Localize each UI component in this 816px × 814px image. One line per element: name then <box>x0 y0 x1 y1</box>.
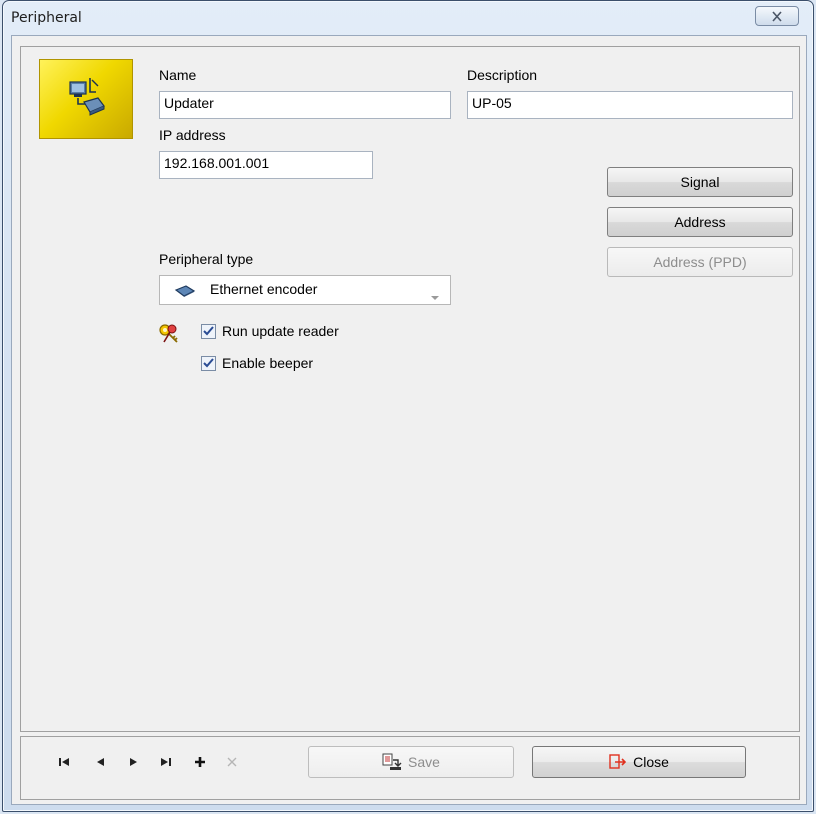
enable-beeper-checkbox[interactable]: Enable beeper <box>201 355 313 371</box>
first-record-icon <box>59 758 69 766</box>
plus-icon <box>195 757 205 767</box>
previous-record-button[interactable] <box>88 750 112 774</box>
run-update-reader-checkbox[interactable]: Run update reader <box>201 323 339 339</box>
peripheral-type-label: Peripheral type <box>159 251 254 267</box>
delete-x-icon <box>227 757 237 767</box>
next-record-button[interactable] <box>122 750 146 774</box>
ip-address-label: IP address <box>159 127 226 143</box>
delete-record-button[interactable] <box>220 750 244 774</box>
window-close-button[interactable] <box>755 6 799 26</box>
main-panel: Name Updater Description UP-05 IP addres… <box>20 46 800 732</box>
address-button[interactable]: Address <box>607 207 793 237</box>
checkbox-checked-icon <box>201 323 216 339</box>
save-button[interactable]: Save <box>308 746 514 778</box>
next-record-icon <box>130 758 137 766</box>
close-label: Close <box>633 754 669 770</box>
last-record-button[interactable] <box>154 750 178 774</box>
name-label: Name <box>159 67 197 83</box>
peripheral-window: Peripheral Name Updater Description UP-0… <box>2 0 814 812</box>
checkbox-checked-icon <box>201 355 216 371</box>
description-label: Description <box>467 67 538 83</box>
ip-address-field[interactable]: 192.168.001.001 <box>159 151 373 179</box>
close-button[interactable]: Close <box>532 746 746 778</box>
name-field[interactable]: Updater <box>159 91 451 119</box>
first-record-button[interactable] <box>52 750 76 774</box>
save-icon <box>382 753 402 771</box>
run-update-reader-label: Run update reader <box>222 323 339 339</box>
encoder-icon <box>174 284 196 301</box>
add-record-button[interactable] <box>188 750 212 774</box>
close-x-icon <box>772 10 782 22</box>
keys-icon <box>158 323 180 348</box>
address-ppd-button[interactable]: Address (PPD) <box>607 247 793 277</box>
last-record-icon <box>161 758 171 766</box>
exit-icon <box>609 754 627 770</box>
client-area: Name Updater Description UP-05 IP addres… <box>11 35 807 805</box>
peripheral-icon-tile <box>39 59 133 139</box>
save-label: Save <box>408 754 440 770</box>
network-peripheral-icon <box>69 78 105 116</box>
signal-button[interactable]: Signal <box>607 167 793 197</box>
window-title: Peripheral <box>11 10 82 26</box>
title-bar[interactable]: Peripheral <box>3 1 813 35</box>
enable-beeper-label: Enable beeper <box>222 355 314 371</box>
peripheral-type-value: Ethernet encoder <box>210 281 318 297</box>
description-field[interactable]: UP-05 <box>467 91 793 119</box>
chevron-down-icon <box>430 288 440 304</box>
previous-record-icon <box>97 758 104 766</box>
peripheral-type-select[interactable]: Ethernet encoder <box>159 275 451 305</box>
